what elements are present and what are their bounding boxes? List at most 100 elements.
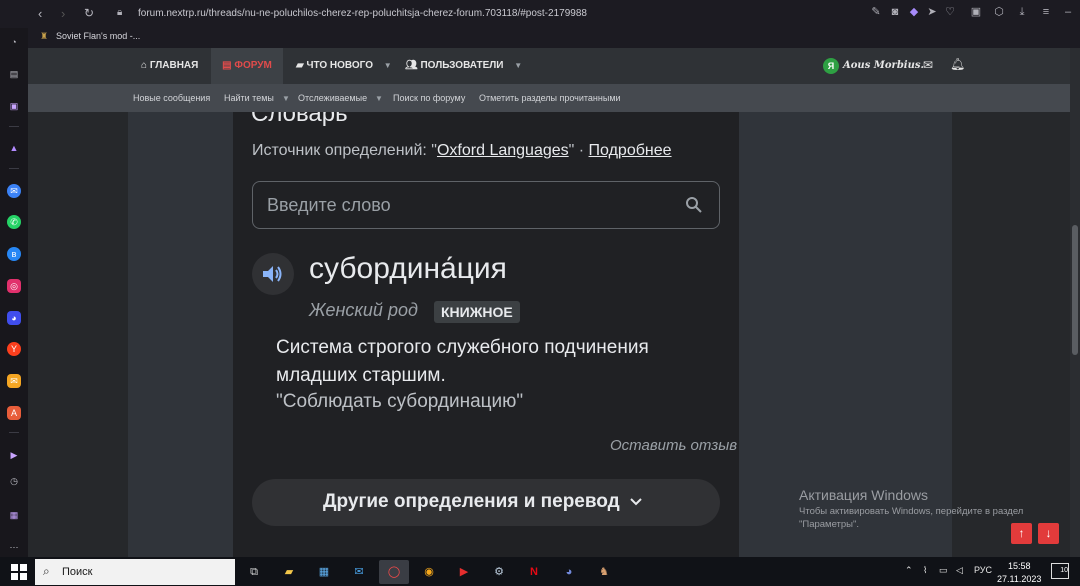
more-link[interactable]: Подробнее (589, 142, 672, 159)
messenger-icon[interactable]: ✉ (7, 184, 21, 198)
clock-time[interactable]: 15:58 (1008, 561, 1031, 571)
chevron-down-icon[interactable]: ▼ (375, 94, 383, 103)
address-bar[interactable]: forum.nextrp.ru/threads/nu-ne-poluchilos… (138, 8, 587, 19)
vpn-shield-icon[interactable]: ◆ (908, 6, 920, 18)
users-icon: 👥︎ (405, 60, 418, 71)
chevron-down-icon: ▼ (514, 61, 523, 70)
clock-date[interactable]: 27.11.2023 (997, 574, 1041, 584)
scrollbar-thumb[interactable] (1072, 225, 1078, 355)
search-placeholder: Введите слово (267, 195, 391, 215)
subnav-watched[interactable]: Отслеживаемые (298, 84, 367, 112)
search-icon: ⌕ (43, 564, 50, 578)
windows-activation-title: Активация Windows (799, 487, 929, 503)
steam-icon[interactable]: ⚙ (484, 560, 514, 584)
more-definitions-label: Другие определения и перевод (323, 491, 620, 512)
ai-icon[interactable]: ▲ (7, 141, 21, 155)
yandex-icon[interactable]: Y (7, 342, 21, 356)
speaker-icon (263, 266, 282, 282)
windows-start-icon[interactable] (11, 564, 27, 580)
scroll-top-button[interactable]: ↑ (1011, 523, 1032, 544)
network-icon[interactable]: ⌇ (923, 565, 927, 576)
yandex-browser-icon[interactable]: ◉ (414, 560, 444, 584)
dictionary-screenshot: Словарь Источник определений: "Oxford La… (233, 112, 739, 557)
sidebar-divider (9, 168, 19, 169)
send-icon[interactable]: ➤ (926, 6, 938, 18)
mail-app-icon[interactable]: ✉ (344, 560, 374, 584)
mail-icon[interactable]: ✉ (7, 374, 21, 388)
task-view-icon[interactable]: ⧉ (239, 560, 269, 584)
taskbar-search[interactable]: ⌕ Поиск (35, 559, 235, 585)
cube-icon[interactable]: ⬡ (993, 6, 1005, 18)
lock-icon: 🔒︎ (117, 7, 123, 18)
tank-icon: ♜ (40, 31, 49, 41)
netflix-icon[interactable]: N (519, 560, 549, 584)
chevron-down-icon[interactable]: ▼ (282, 94, 290, 103)
camera-icon[interactable]: ◙ (889, 6, 901, 18)
avatar[interactable]: Я (823, 58, 839, 74)
dictionary-title: Словарь (251, 112, 348, 127)
nav-forum[interactable]: ▤ ФОРУМ (211, 48, 283, 84)
comment-icon: ▰ (296, 60, 304, 71)
whatsapp-icon[interactable]: ✆ (7, 215, 21, 229)
discord-app-icon[interactable]: ◕ (554, 560, 584, 584)
register-badge: КНИЖНОЕ (434, 301, 520, 323)
app-icon[interactable]: A (7, 406, 21, 420)
menu-icon[interactable]: ≡ (1040, 6, 1052, 18)
subnav-mark-read[interactable]: Отметить разделы прочитанными (479, 84, 621, 112)
game-icon[interactable]: ♞ (589, 560, 619, 584)
language-indicator[interactable]: РУС (974, 565, 992, 575)
dictionary-source: Источник определений: "Oxford Languages"… (252, 142, 672, 159)
word-search-input[interactable]: Введите слово (252, 181, 720, 229)
wallet-icon[interactable]: ▣ (970, 6, 982, 18)
player-icon[interactable]: ▶ (7, 448, 21, 462)
source-link[interactable]: Oxford Languages (437, 142, 569, 159)
subnav-search-forum[interactable]: Поиск по форуму (393, 84, 465, 112)
heart-icon[interactable]: ♡ (944, 6, 956, 18)
youtube-icon[interactable]: ▶ (449, 560, 479, 584)
tray-chevron-icon[interactable]: ⌃ (905, 565, 913, 576)
feedback-link[interactable]: Оставить отзыв (610, 437, 737, 454)
edit-icon[interactable]: ✎ (870, 6, 882, 18)
subnav-find-threads[interactable]: Найти темы (224, 84, 274, 112)
more-icon[interactable]: ⋯ (7, 540, 21, 554)
forum-icon: ▤ (222, 60, 232, 71)
bookmarks-bar (28, 28, 1080, 48)
discord-icon[interactable]: ◕ (7, 311, 21, 325)
speed-dial-icon[interactable]: ◔ (7, 35, 21, 49)
pinboard-icon[interactable]: ▦ (7, 508, 21, 522)
history-icon[interactable]: ◷ (7, 474, 21, 488)
home-icon: ⌂ (141, 60, 148, 71)
opera-icon[interactable]: ◯ (379, 560, 409, 584)
subnav-new-posts[interactable]: Новые сообщения (133, 84, 210, 112)
notification-center-icon[interactable]: 10 (1051, 563, 1069, 579)
bookmark-item[interactable]: Soviet Flan's mod -... (56, 31, 140, 41)
vk-icon[interactable]: в (7, 247, 21, 261)
sidebar-divider (9, 126, 19, 127)
nav-home[interactable]: ⌂ ГЛАВНАЯ (138, 48, 201, 84)
reload-icon[interactable]: ↻ (84, 6, 94, 20)
instagram-icon[interactable]: ◎ (7, 279, 21, 293)
volume-icon[interactable]: ◁ (956, 565, 963, 576)
file-explorer-icon[interactable]: ▰ (274, 560, 304, 584)
chevron-down-icon: ▼ (383, 61, 392, 70)
inbox-icon[interactable]: ✉ (923, 58, 933, 72)
arrow-down-icon: ↓ (1045, 526, 1052, 540)
bell-icon[interactable]: 🔔︎ (950, 57, 965, 71)
back-icon[interactable]: ‹ (38, 6, 42, 21)
download-icon[interactable]: ⤓ (1016, 6, 1028, 18)
nav-whats-new[interactable]: ▰ ЧТО НОВОГО ▼ (296, 48, 392, 84)
battery-icon[interactable]: ▭ (939, 565, 948, 576)
shopping-icon[interactable]: ▤ (7, 67, 21, 81)
example-text: "Соблюдать субординацию" (276, 391, 524, 412)
more-definitions-button[interactable]: Другие определения и перевод (252, 479, 720, 526)
scroll-bottom-button[interactable]: ↓ (1038, 523, 1059, 544)
store-icon[interactable]: ▦ (309, 560, 339, 584)
aria-icon[interactable]: ▣ (7, 99, 21, 113)
user-name[interactable]: Aous Morbius. (843, 60, 924, 71)
minimize-icon[interactable]: – (1062, 6, 1074, 18)
speaker-button[interactable] (252, 253, 294, 295)
arrow-up-icon: ↑ (1018, 526, 1025, 540)
search-icon[interactable] (685, 196, 703, 214)
nav-users[interactable]: 👥︎ ПОЛЬЗОВАТЕЛИ ▼ (405, 48, 522, 84)
forward-icon[interactable]: › (61, 6, 65, 21)
